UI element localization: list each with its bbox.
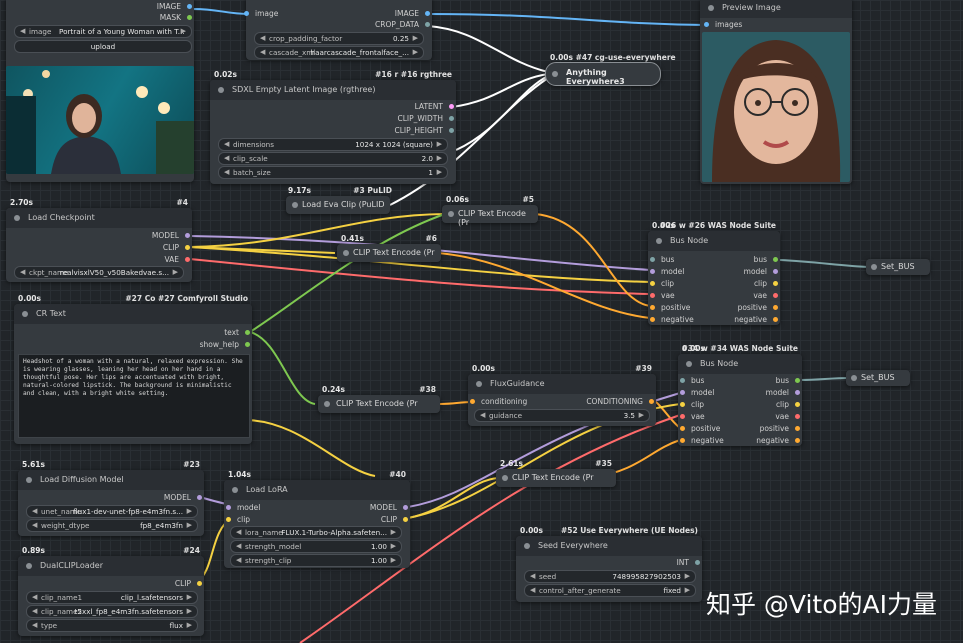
lora-name-widget[interactable]: ◀ lora_name FLUX.1-Turbo-Alpha.safeten... ▶ bbox=[230, 526, 402, 539]
preview-image-node[interactable]: Preview Image images bbox=[700, 0, 852, 184]
type-widget[interactable]: ◀ type flux ▶ bbox=[26, 619, 198, 632]
output-model[interactable]: MODEL bbox=[370, 503, 408, 512]
output-clip[interactable]: clip bbox=[754, 279, 778, 288]
output-mask[interactable]: MASK bbox=[160, 13, 192, 22]
output-image[interactable]: IMAGE bbox=[395, 9, 430, 18]
output-model[interactable]: model bbox=[766, 388, 800, 397]
output-positive[interactable]: positive bbox=[738, 303, 778, 312]
input-bus[interactable]: bus bbox=[680, 376, 704, 385]
node-title: Set_BUS bbox=[861, 373, 895, 382]
output-vae[interactable]: vae bbox=[753, 291, 778, 300]
load-image-node[interactable]: IMAGE MASK ◀ image Portrait of a Young Wo… bbox=[6, 0, 194, 182]
node-title: Load Eva Clip (PuLID bbox=[302, 200, 385, 209]
dimensions-widget[interactable]: ◀ dimensions 1024 x 1024 (square) ▶ bbox=[218, 138, 448, 151]
input-images[interactable]: images bbox=[704, 20, 742, 29]
input-vae[interactable]: vae bbox=[680, 412, 705, 421]
batch-size-widget[interactable]: ◀ batch_size 1 ▶ bbox=[218, 166, 448, 179]
seed-widget[interactable]: ◀ seed 748995827902503 ▶ bbox=[524, 570, 696, 583]
output-model[interactable]: MODEL bbox=[152, 231, 190, 240]
ckpt-name-widget[interactable]: ◀ ckpt_name realvisxlV50_v50Bakedvae.s... ▶ bbox=[14, 266, 184, 279]
output-text[interactable]: text bbox=[224, 328, 250, 337]
preview-image bbox=[702, 32, 850, 182]
node-title: CLIP Text Encode (Pr bbox=[336, 399, 418, 408]
loaded-image-thumbnail bbox=[6, 66, 194, 174]
input-conditioning[interactable]: conditioning bbox=[470, 397, 527, 406]
set-bus-node-2[interactable]: Set_BUS bbox=[846, 370, 910, 386]
output-positive[interactable]: positive bbox=[760, 424, 800, 433]
output-clip[interactable]: clip bbox=[776, 400, 800, 409]
prompt-textarea[interactable]: Headshot of a woman with a natural, rela… bbox=[18, 354, 250, 438]
upload-button[interactable]: upload bbox=[14, 40, 192, 53]
control-after-generate-widget[interactable]: ◀ control_after_generate fixed ▶ bbox=[524, 584, 696, 597]
face-crop-node[interactable]: image IMAGE CROP_DATA ◀ crop_padding_fact… bbox=[244, 0, 432, 60]
watermark: 知乎 @Vito的AI力量 bbox=[705, 590, 937, 619]
output-negative[interactable]: negative bbox=[734, 315, 778, 324]
output-clip[interactable]: CLIP bbox=[163, 243, 190, 252]
input-clip[interactable]: clip bbox=[680, 400, 704, 409]
guidance-widget[interactable]: ◀ guidance 3.5 ▶ bbox=[474, 409, 650, 422]
sdxl-empty-latent-node[interactable]: 0.02s #16 r #16 rgthree SDXL Empty Laten… bbox=[210, 70, 456, 184]
strength-clip-widget[interactable]: ◀ strength_clip 1.00 ▶ bbox=[230, 554, 402, 567]
input-positive[interactable]: positive bbox=[680, 424, 720, 433]
set-bus-node-1[interactable]: Set_BUS bbox=[866, 259, 930, 275]
node-title: CLIP Text Encode (Pr bbox=[458, 209, 526, 227]
image-select[interactable]: ◀ image Portrait of a Young Woman with T.… bbox=[14, 25, 192, 38]
input-model[interactable]: model bbox=[650, 267, 684, 276]
load-diffusion-model-node[interactable]: 5.61s #23 Load Diffusion Model MODEL ◀ un… bbox=[18, 460, 204, 536]
node-title: Set_BUS bbox=[881, 262, 915, 271]
seed-everywhere-node[interactable]: 0.00s #52 Use Everywhere (UE Nodes) Seed… bbox=[516, 526, 702, 602]
output-bus[interactable]: bus bbox=[754, 255, 778, 264]
dual-clip-loader-node[interactable]: 0.89s #24 DualCLIPLoader CLIP ◀ clip_name… bbox=[18, 546, 204, 636]
output-show-help[interactable]: show_help bbox=[200, 340, 250, 349]
load-lora-node[interactable]: 1.04s #40 Load LoRA model clip MODEL CLI… bbox=[224, 470, 410, 568]
input-negative[interactable]: negative bbox=[680, 436, 724, 445]
output-negative[interactable]: negative bbox=[756, 436, 800, 445]
clip-name2-widget[interactable]: ◀ clip_name2 t5xxl_fp8_e4m3fn.safetensors ▶ bbox=[26, 605, 198, 618]
node-title: Anything Everywhere3 bbox=[566, 68, 625, 86]
anything-everywhere-node[interactable]: 0.00s #47 cg-use-everywhere Anything Eve… bbox=[545, 53, 676, 86]
unet-name-widget[interactable]: ◀ unet_name flux1-dev-unet-fp8-e4m3fn.s...… bbox=[26, 505, 198, 518]
output-clip[interactable]: CLIP bbox=[381, 515, 408, 524]
clip-text-encode-6-node[interactable]: 0.41s #6 CLIP Text Encode (Pr bbox=[337, 234, 441, 262]
output-vae[interactable]: VAE bbox=[164, 255, 190, 264]
clip-text-encode-35-node[interactable]: 2.61s #35 CLIP Text Encode (Pr bbox=[496, 459, 616, 487]
strength-model-widget[interactable]: ◀ strength_model 1.00 ▶ bbox=[230, 540, 402, 553]
output-crop-data[interactable]: CROP_DATA bbox=[375, 20, 430, 29]
output-bus[interactable]: bus bbox=[776, 376, 800, 385]
clip-text-encode-38-node[interactable]: 0.24s #38 CLIP Text Encode (Pr bbox=[318, 385, 440, 413]
input-model[interactable]: model bbox=[226, 503, 260, 512]
output-conditioning[interactable]: CONDITIONING bbox=[586, 397, 654, 406]
load-checkpoint-node[interactable]: 2.70s #4 Load Checkpoint MODEL CLIP VAE … bbox=[6, 198, 192, 282]
flux-guidance-node[interactable]: 0.00s #39 FluxGuidance conditioning COND… bbox=[468, 364, 656, 426]
input-image[interactable]: image bbox=[244, 9, 278, 18]
output-model[interactable]: MODEL bbox=[164, 493, 202, 502]
load-eva-clip-node[interactable]: 9.17s #3 PuLID Load Eva Clip (PuLID bbox=[286, 186, 392, 214]
input-model[interactable]: model bbox=[680, 388, 714, 397]
weight-dtype-widget[interactable]: ◀ weight_dtype fp8_e4m3fn ▶ bbox=[26, 519, 198, 532]
clip-name1-widget[interactable]: ◀ clip_name1 clip_l.safetensors ▶ bbox=[26, 591, 198, 604]
output-vae[interactable]: vae bbox=[775, 412, 800, 421]
crop-padding-widget[interactable]: ◀ crop_padding_factor 0.25 ▶ bbox=[254, 32, 424, 45]
output-model[interactable]: model bbox=[744, 267, 778, 276]
output-int[interactable]: INT bbox=[677, 558, 700, 567]
input-negative[interactable]: negative bbox=[650, 315, 694, 324]
cascade-widget[interactable]: ◀ cascade_xml haarcascade_frontalface_... ▶ bbox=[254, 46, 424, 59]
input-clip[interactable]: clip bbox=[650, 279, 674, 288]
output-image[interactable]: IMAGE bbox=[157, 2, 192, 11]
input-positive[interactable]: positive bbox=[650, 303, 690, 312]
cr-text-node[interactable]: 0.00s #27 Co #27 Comfyroll Studio CR Tex… bbox=[14, 294, 252, 444]
output-latent[interactable]: LATENT bbox=[415, 102, 454, 111]
clip-text-encode-5-node[interactable]: 0.06s #5 CLIP Text Encode (Pr bbox=[442, 195, 538, 227]
bus-node-26[interactable]: 0.00s #26 w #26 WAS Node Suite Bus Node … bbox=[648, 221, 780, 325]
input-clip[interactable]: clip bbox=[226, 515, 250, 524]
output-clip[interactable]: CLIP bbox=[175, 579, 202, 588]
output-clip-height[interactable]: CLIP_HEIGHT bbox=[394, 126, 454, 135]
clip-scale-widget[interactable]: ◀ clip_scale 2.0 ▶ bbox=[218, 152, 448, 165]
node-title: CLIP Text Encode (Pr bbox=[512, 473, 594, 482]
node-title: CLIP Text Encode (Pr bbox=[353, 248, 435, 257]
input-bus[interactable]: bus bbox=[650, 255, 674, 264]
bus-node-34[interactable]: 0.00s #34 w #34 WAS Node Suite Bus Node … bbox=[678, 344, 802, 446]
input-vae[interactable]: vae bbox=[650, 291, 675, 300]
output-clip-width[interactable]: CLIP_WIDTH bbox=[397, 114, 454, 123]
